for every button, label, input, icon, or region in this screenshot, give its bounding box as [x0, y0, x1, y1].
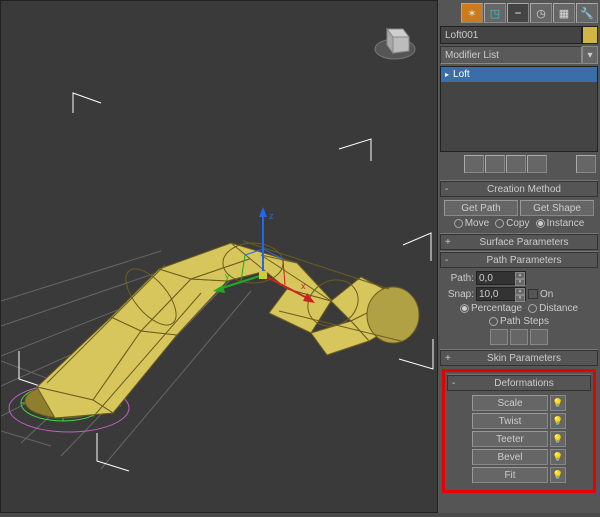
pick-path-icon[interactable]: [490, 329, 508, 345]
tab-hierarchy-icon[interactable]: ⎯: [507, 3, 529, 23]
viewcube[interactable]: [373, 19, 417, 63]
rollout-title: Skin Parameters: [455, 353, 593, 364]
stack-toolbar: [440, 154, 598, 174]
rollout-title: Path Parameters: [455, 255, 593, 266]
twist-toggle-icon[interactable]: 💡: [550, 413, 566, 429]
rollout-head-skin[interactable]: + Skin Parameters: [440, 350, 598, 366]
command-panel-tabs: ✶ ◳ ⎯ ◷ ▦ 🔧: [440, 2, 598, 24]
tab-utilities-icon[interactable]: 🔧: [576, 3, 598, 23]
fit-toggle-icon[interactable]: 💡: [550, 467, 566, 483]
tab-motion-icon[interactable]: ◷: [530, 3, 552, 23]
make-unique-icon[interactable]: [506, 155, 526, 173]
modifier-list-label: Modifier List: [445, 50, 499, 61]
expand-icon: +: [445, 353, 455, 364]
rollout-surface-params: + Surface Parameters: [440, 233, 598, 250]
configure-sets-icon[interactable]: [576, 155, 596, 173]
rollout-head-path[interactable]: - Path Parameters: [440, 252, 598, 268]
object-name-field[interactable]: [440, 26, 582, 44]
snap-value[interactable]: [477, 288, 515, 300]
prev-shape-icon[interactable]: [510, 329, 528, 345]
next-shape-icon[interactable]: [530, 329, 548, 345]
command-panel: ✶ ◳ ⎯ ◷ ▦ 🔧 Modifier List ▾ Loft - Creat…: [438, 0, 600, 513]
get-shape-button[interactable]: Get Shape: [520, 200, 594, 216]
scene: z x y: [1, 1, 439, 514]
dropdown-arrow-icon[interactable]: ▾: [582, 46, 598, 64]
snap-label: Snap:: [444, 289, 474, 300]
path-label: Path:: [444, 273, 474, 284]
bevel-toggle-icon[interactable]: 💡: [550, 449, 566, 465]
fit-deform-button[interactable]: Fit: [472, 467, 548, 483]
rollout-head-deformations[interactable]: - Deformations: [447, 375, 591, 391]
stack-item-loft[interactable]: Loft: [441, 67, 597, 82]
rollout-deformations: - Deformations Scale 💡 Twist 💡 Teeter 💡 …: [447, 374, 591, 487]
on-label: On: [540, 289, 553, 300]
modifier-list-dropdown[interactable]: Modifier List: [440, 46, 582, 64]
viewport[interactable]: z x y: [0, 0, 438, 513]
tab-create-icon[interactable]: ✶: [461, 3, 483, 23]
rollout-skin-params: + Skin Parameters: [440, 349, 598, 366]
rollout-title: Surface Parameters: [455, 237, 593, 248]
bevel-deform-button[interactable]: Bevel: [472, 449, 548, 465]
svg-text:y: y: [225, 271, 230, 281]
snap-spinner[interactable]: ▴▾: [476, 287, 526, 301]
rollout-title: Creation Method: [455, 184, 593, 195]
scale-deform-button[interactable]: Scale: [472, 395, 548, 411]
tab-modify-icon[interactable]: ◳: [484, 3, 506, 23]
remove-modifier-icon[interactable]: [527, 155, 547, 173]
svg-text:z: z: [269, 211, 274, 221]
highlight-annotation: - Deformations Scale 💡 Twist 💡 Teeter 💡 …: [442, 369, 596, 493]
collapse-icon: -: [445, 255, 455, 266]
rollout-path-params: - Path Parameters Path: ▴▾ Snap: ▴▾ On: [440, 251, 598, 348]
twist-deform-button[interactable]: Twist: [472, 413, 548, 429]
radio-percentage[interactable]: Percentage: [460, 303, 522, 314]
svg-text:x: x: [301, 281, 306, 291]
object-color-swatch[interactable]: [582, 26, 598, 44]
tab-display-icon[interactable]: ▦: [553, 3, 575, 23]
stack-item-label: Loft: [453, 69, 470, 80]
modifier-stack[interactable]: Loft: [440, 66, 598, 152]
path-spinner[interactable]: ▴▾: [476, 271, 526, 285]
pin-stack-icon[interactable]: [464, 155, 484, 173]
radio-copy[interactable]: Copy: [495, 218, 529, 229]
teeter-toggle-icon[interactable]: 💡: [550, 431, 566, 447]
rollout-title: Deformations: [462, 378, 586, 389]
path-value[interactable]: [477, 272, 515, 284]
rollout-head-creation[interactable]: - Creation Method: [440, 181, 598, 197]
expand-icon: +: [445, 237, 455, 248]
collapse-icon: -: [445, 184, 455, 195]
radio-move[interactable]: Move: [454, 218, 489, 229]
scale-toggle-icon[interactable]: 💡: [550, 395, 566, 411]
teeter-deform-button[interactable]: Teeter: [472, 431, 548, 447]
show-end-result-icon[interactable]: [485, 155, 505, 173]
rollout-head-surface[interactable]: + Surface Parameters: [440, 234, 598, 250]
radio-instance[interactable]: Instance: [536, 218, 585, 229]
rollout-creation-method: - Creation Method Get Path Get Shape Mov…: [440, 180, 598, 232]
radio-distance[interactable]: Distance: [528, 303, 578, 314]
radio-path-steps[interactable]: Path Steps: [489, 316, 549, 327]
on-checkbox[interactable]: [528, 289, 538, 299]
get-path-button[interactable]: Get Path: [444, 200, 518, 216]
collapse-icon: -: [452, 378, 462, 389]
